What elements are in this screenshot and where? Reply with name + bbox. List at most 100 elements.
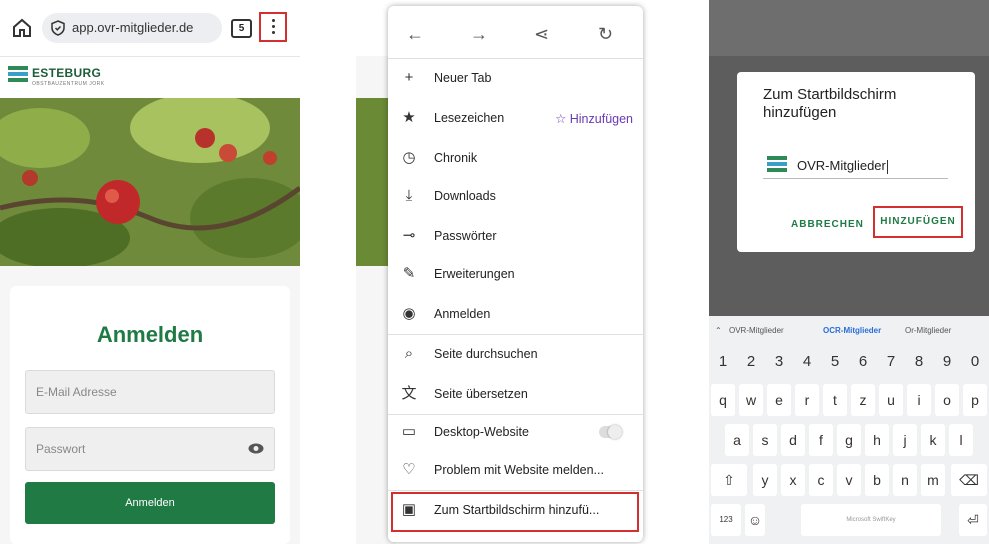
home-icon[interactable] [10, 16, 34, 40]
menu-item-label: Neuer Tab [434, 71, 492, 85]
site-header: ESTEBURG OBSTBAUZENTRUM JORK [0, 56, 300, 99]
add-homescreen-dialog: Zum Startbildschirm hinzufügen OVR-Mitgl… [737, 72, 975, 252]
logo-text: ESTEBURG [32, 66, 102, 80]
download-icon: ⤓ [405, 187, 413, 204]
back-arrow-icon[interactable]: ← [406, 24, 424, 45]
key-2[interactable]: 2 [739, 346, 763, 378]
menu-item-label: Chronik [434, 151, 478, 165]
menu-item-6[interactable]: ◉ Anmelden [388, 296, 643, 334]
key-1[interactable]: 1 [711, 346, 735, 378]
menu-item-0[interactable]: + Neuer Tab [388, 60, 643, 98]
menu-item-10[interactable]: ♡ Problem mit Website melden... [388, 452, 643, 490]
site-logo-icon [767, 156, 787, 172]
key-p[interactable]: p [963, 384, 987, 416]
menu-item-1[interactable]: ★ Lesezeichen ☆ Hinzufügen [388, 100, 643, 138]
keyboard: ⌃ OVR-Mitglieder OCR-Mitglieder Or-Mitgl… [709, 316, 989, 544]
key-t[interactable]: t [823, 384, 847, 416]
key-0[interactable]: 0 [963, 346, 987, 378]
space-bar[interactable]: Microsoft SwiftKey [801, 504, 941, 536]
enter-icon[interactable]: ⏎ [959, 504, 987, 536]
browser-menu-button[interactable] [259, 12, 287, 42]
key-i[interactable]: i [907, 384, 931, 416]
suggestion-1[interactable]: OVR-Mitglieder [729, 326, 784, 335]
key-c[interactable]: c [809, 464, 833, 496]
password-field[interactable]: Passwort [25, 427, 275, 471]
key-v[interactable]: v [837, 464, 861, 496]
key-o[interactable]: o [935, 384, 959, 416]
menu-item-label: Desktop-Website [434, 425, 529, 439]
browser-toolbar: app.ovr-mitglieder.de 5 [0, 0, 300, 56]
key-a[interactable]: a [725, 424, 749, 456]
menu-item-2[interactable]: ◷ Chronik [388, 140, 643, 178]
url-text: app.ovr-mitglieder.de [72, 20, 194, 35]
desktop-icon: ▭ [401, 423, 417, 440]
key-9[interactable]: 9 [935, 346, 959, 378]
add-button[interactable]: HINZUFÜGEN [873, 206, 963, 238]
bookmark-add-button[interactable]: ☆ Hinzufügen [555, 111, 633, 126]
key-row: asdfghjkl [709, 424, 989, 458]
forward-arrow-icon[interactable]: → [470, 24, 488, 45]
menu-item-label: Anmelden [434, 307, 491, 321]
menu-item-5[interactable]: ✎ Erweiterungen [388, 256, 643, 294]
key-s[interactable]: s [753, 424, 777, 456]
translate-icon: 文 [401, 385, 417, 402]
key-3[interactable]: 3 [767, 346, 791, 378]
emoji-icon[interactable]: ☺ [745, 504, 765, 536]
tab-count-button[interactable]: 5 [231, 19, 252, 38]
key-e[interactable]: e [767, 384, 791, 416]
key-l[interactable]: l [949, 424, 973, 456]
menu-item-7[interactable]: ⌕ Seite durchsuchen [388, 336, 643, 374]
menu-item-9[interactable]: ▭ Desktop-Website [388, 414, 643, 452]
email-field[interactable]: E-Mail Adresse [25, 370, 275, 414]
menu-item-label: Seite durchsuchen [434, 347, 538, 361]
shortcut-name-input[interactable]: OVR-Mitglieder [763, 152, 948, 179]
menu-item-label: Erweiterungen [434, 267, 515, 281]
menu-item-4[interactable]: ⊸ Passwörter [388, 218, 643, 256]
menu-item-8[interactable]: 文 Seite übersetzen [388, 376, 643, 414]
suggestion-3[interactable]: Or-Mitglieder [905, 326, 951, 335]
suggestion-2[interactable]: OCR-Mitglieder [823, 326, 881, 335]
desktop-site-toggle[interactable] [599, 425, 622, 439]
menu-item-3[interactable]: ⤓ Downloads [388, 178, 643, 216]
address-bar[interactable]: app.ovr-mitglieder.de [42, 13, 222, 43]
reload-icon[interactable]: ↻ [598, 24, 613, 45]
key-q[interactable]: q [711, 384, 735, 416]
backspace-icon[interactable]: ⌫ [951, 464, 987, 496]
key-r[interactable]: r [795, 384, 819, 416]
key-8[interactable]: 8 [907, 346, 931, 378]
menu-nav-row: ← → ⋖ ↻ [388, 12, 643, 56]
key-4[interactable]: 4 [795, 346, 819, 378]
key-j[interactable]: j [893, 424, 917, 456]
numbers-key[interactable]: 123 [711, 504, 741, 536]
key-f[interactable]: f [809, 424, 833, 456]
key-b[interactable]: b [865, 464, 889, 496]
login-button[interactable]: Anmelden [25, 482, 275, 524]
key-row: qwertzuiop [709, 384, 989, 418]
plus-icon: + [404, 69, 414, 86]
key-g[interactable]: g [837, 424, 861, 456]
cancel-button[interactable]: ABBRECHEN [791, 219, 864, 230]
key-5[interactable]: 5 [823, 346, 847, 378]
key-u[interactable]: u [879, 384, 903, 416]
key-7[interactable]: 7 [879, 346, 903, 378]
key-x[interactable]: x [781, 464, 805, 496]
add-to-homescreen-screen: Zum Startbildschirm hinzufügen OVR-Mitgl… [709, 0, 989, 544]
key-6[interactable]: 6 [851, 346, 875, 378]
shift-icon[interactable]: ⇧ [711, 464, 747, 496]
key-n[interactable]: n [893, 464, 917, 496]
puzzle-icon: ✎ [402, 265, 416, 282]
key-d[interactable]: d [781, 424, 805, 456]
key-y[interactable]: y [753, 464, 777, 496]
search-icon: ⌕ [404, 345, 414, 362]
key-k[interactable]: k [921, 424, 945, 456]
esteburg-logo [8, 66, 28, 82]
eye-icon[interactable] [248, 443, 264, 454]
key-m[interactable]: m [921, 464, 945, 496]
collapse-icon[interactable]: ⌃ [715, 326, 722, 335]
shield-icon [51, 20, 65, 36]
menu-item-label: Seite übersetzen [434, 387, 528, 401]
key-w[interactable]: w [739, 384, 763, 416]
share-icon[interactable]: ⋖ [534, 24, 549, 45]
key-h[interactable]: h [865, 424, 889, 456]
key-z[interactable]: z [851, 384, 875, 416]
